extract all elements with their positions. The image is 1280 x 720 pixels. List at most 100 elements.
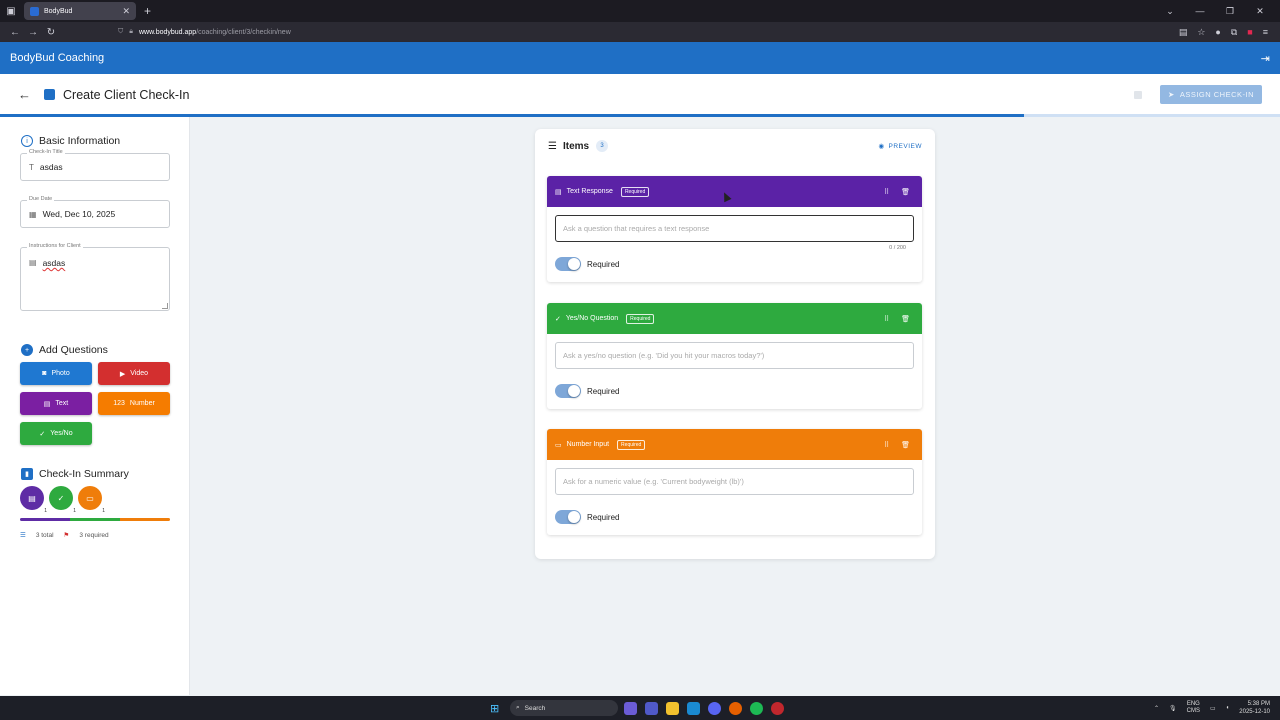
drag-handle-icon[interactable]: ⠿ bbox=[884, 188, 889, 196]
clock-date: 2025-12-10 bbox=[1239, 709, 1270, 715]
add-yes-no-label: Yes/No bbox=[50, 430, 73, 437]
progress-bar bbox=[0, 114, 1280, 117]
info-icon: i bbox=[21, 135, 33, 147]
number-icon: ▭ bbox=[86, 493, 94, 503]
microphone-icon[interactable]: 🎙︎ bbox=[1169, 705, 1177, 712]
url-bar[interactable]: ⛉ 🔒︎ www.bodybud.app/coaching/client/3/c… bbox=[118, 28, 1179, 36]
check-circle-icon: ✓ bbox=[39, 430, 46, 438]
page-title: Create Client Check-In bbox=[63, 87, 190, 102]
check-circle-icon: ✓ bbox=[555, 315, 561, 323]
file-explorer-icon[interactable] bbox=[666, 701, 679, 715]
required-toggle[interactable] bbox=[555, 384, 581, 398]
extension-icon[interactable]: ■ bbox=[1247, 27, 1252, 38]
volume-icon[interactable]: ◖ bbox=[1226, 705, 1230, 711]
summary-total: 3 total bbox=[35, 531, 54, 539]
clock-time: 5:38 PM bbox=[1247, 701, 1270, 707]
extensions-icon[interactable]: ⧉ bbox=[1231, 27, 1237, 38]
network-icon[interactable]: ▭ bbox=[1210, 705, 1216, 712]
resize-handle[interactable] bbox=[162, 303, 168, 309]
list-icon: ☰ bbox=[548, 140, 557, 152]
toggle-knob bbox=[568, 385, 580, 397]
minimize-icon[interactable]: — bbox=[1194, 6, 1206, 16]
forward-icon[interactable]: → bbox=[24, 27, 42, 38]
firefox-icon[interactable] bbox=[729, 701, 742, 715]
account-icon[interactable]: ● bbox=[1215, 27, 1220, 38]
copilot-icon[interactable] bbox=[624, 701, 637, 715]
tab-list-icon[interactable]: ▣ bbox=[0, 0, 22, 22]
windows-start-icon[interactable]: ⊞ bbox=[490, 702, 499, 715]
add-photo-button[interactable]: ◙ Photo bbox=[20, 362, 92, 385]
language-indicator[interactable]: ENG CMS bbox=[1187, 701, 1200, 715]
question-input[interactable]: Ask for a numeric value (e.g. 'Current b… bbox=[555, 468, 914, 495]
required-toggle-row: Required bbox=[547, 380, 922, 409]
reload-icon[interactable]: ↻ bbox=[42, 27, 60, 38]
add-photo-label: Photo bbox=[51, 370, 70, 377]
question-type-label: Text Response bbox=[566, 188, 613, 195]
add-number-button[interactable]: 123 Number bbox=[98, 392, 170, 415]
assign-checkin-button[interactable]: ➤ ASSIGN CHECK-IN bbox=[1160, 85, 1262, 104]
add-text-label: Text bbox=[55, 400, 69, 407]
instructions-field[interactable]: Instructions for Client ▤ asdas bbox=[20, 243, 170, 311]
drag-handle-icon[interactable]: ⠿ bbox=[884, 441, 889, 449]
reader-icon[interactable]: ▤ bbox=[1179, 27, 1188, 38]
chevron-up-icon[interactable]: ⌃ bbox=[1154, 705, 1159, 712]
logout-icon[interactable]: ⇥ bbox=[1261, 52, 1270, 65]
taskbar-search[interactable]: ⌕ Search bbox=[510, 700, 618, 716]
browser-tab[interactable]: BodyBud ✕ bbox=[24, 2, 136, 20]
bar-chart-icon: ▮ bbox=[21, 468, 33, 480]
teams-icon[interactable] bbox=[645, 701, 658, 715]
summary-count: 1 bbox=[73, 508, 76, 514]
app-icon[interactable] bbox=[771, 701, 784, 715]
restore-icon[interactable]: ❐ bbox=[1224, 6, 1236, 17]
items-card: ☰ Items 3 ◉ PREVIEW ▤ Text Response Requ… bbox=[535, 129, 935, 559]
summary-yes-no-count: ✓ 1 bbox=[49, 486, 76, 514]
menu-icon[interactable]: ≡ bbox=[1263, 27, 1268, 38]
checkin-title-value: asdas bbox=[39, 162, 63, 172]
discord-icon[interactable] bbox=[708, 701, 721, 715]
favicon-icon bbox=[30, 6, 39, 16]
check-circle-icon: ✓ bbox=[57, 493, 65, 503]
spotify-icon[interactable] bbox=[750, 701, 763, 715]
close-tab-icon[interactable]: ✕ bbox=[122, 6, 130, 17]
number-icon: ▭ bbox=[555, 441, 562, 449]
list-icon: ☰ bbox=[20, 532, 26, 539]
summary-count: 1 bbox=[102, 508, 105, 514]
mail-icon[interactable] bbox=[687, 701, 700, 715]
delete-icon[interactable]: 🗑︎ bbox=[901, 441, 910, 449]
summary-distribution-bar bbox=[20, 518, 170, 521]
question-input[interactable]: Ask a question that requires a text resp… bbox=[555, 215, 914, 242]
back-arrow-icon[interactable]: ← bbox=[18, 87, 32, 102]
summary-bar-number bbox=[120, 518, 170, 521]
add-circle-icon: + bbox=[21, 344, 33, 356]
instructions-value: asdas bbox=[42, 258, 66, 268]
checkin-title-label: Check-In Title bbox=[27, 149, 65, 155]
add-video-button[interactable]: ▶ Video bbox=[98, 362, 170, 385]
lang-top: ENG bbox=[1186, 701, 1200, 707]
chevron-down-icon[interactable]: ⌄ bbox=[1164, 6, 1176, 17]
char-counter: 0 / 200 bbox=[889, 245, 906, 251]
question-input[interactable]: Ask a yes/no question (e.g. 'Did you hit… bbox=[555, 342, 914, 369]
preview-button[interactable]: ◉ PREVIEW bbox=[878, 142, 922, 151]
save-icon[interactable] bbox=[1134, 90, 1143, 99]
required-toggle[interactable] bbox=[555, 510, 581, 524]
question-type-label: Yes/No Question bbox=[565, 315, 619, 322]
add-text-button[interactable]: ▤ Text bbox=[20, 392, 92, 415]
delete-icon[interactable]: 🗑︎ bbox=[901, 188, 910, 196]
required-badge: Required bbox=[620, 186, 650, 197]
checkin-title-field[interactable]: Check-In Title T asdas bbox=[20, 149, 170, 181]
clock[interactable]: 5:38 PM 2025-12-10 bbox=[1239, 700, 1270, 716]
bookmark-star-icon[interactable]: ☆ bbox=[1197, 27, 1205, 38]
drag-handle-icon[interactable]: ⠿ bbox=[884, 315, 889, 323]
window-controls: ⌄ — ❐ ✕ bbox=[1164, 6, 1280, 17]
back-icon[interactable]: ← bbox=[6, 27, 24, 38]
question-header: ▭ Number Input Required ⠿ 🗑︎ bbox=[547, 429, 922, 460]
add-yes-no-button[interactable]: ✓ Yes/No bbox=[20, 422, 92, 445]
instructions-label: Instructions for Client bbox=[27, 243, 83, 249]
close-window-icon[interactable]: ✕ bbox=[1254, 6, 1266, 17]
text-icon: ▤ bbox=[28, 493, 36, 503]
required-toggle[interactable] bbox=[555, 257, 581, 271]
new-tab-icon[interactable]: + bbox=[144, 4, 151, 18]
summary-required: 3 required bbox=[79, 531, 109, 539]
delete-icon[interactable]: 🗑︎ bbox=[901, 315, 910, 323]
due-date-field[interactable]: Due Date ▦ Wed, Dec 10, 2025 bbox=[20, 196, 170, 228]
